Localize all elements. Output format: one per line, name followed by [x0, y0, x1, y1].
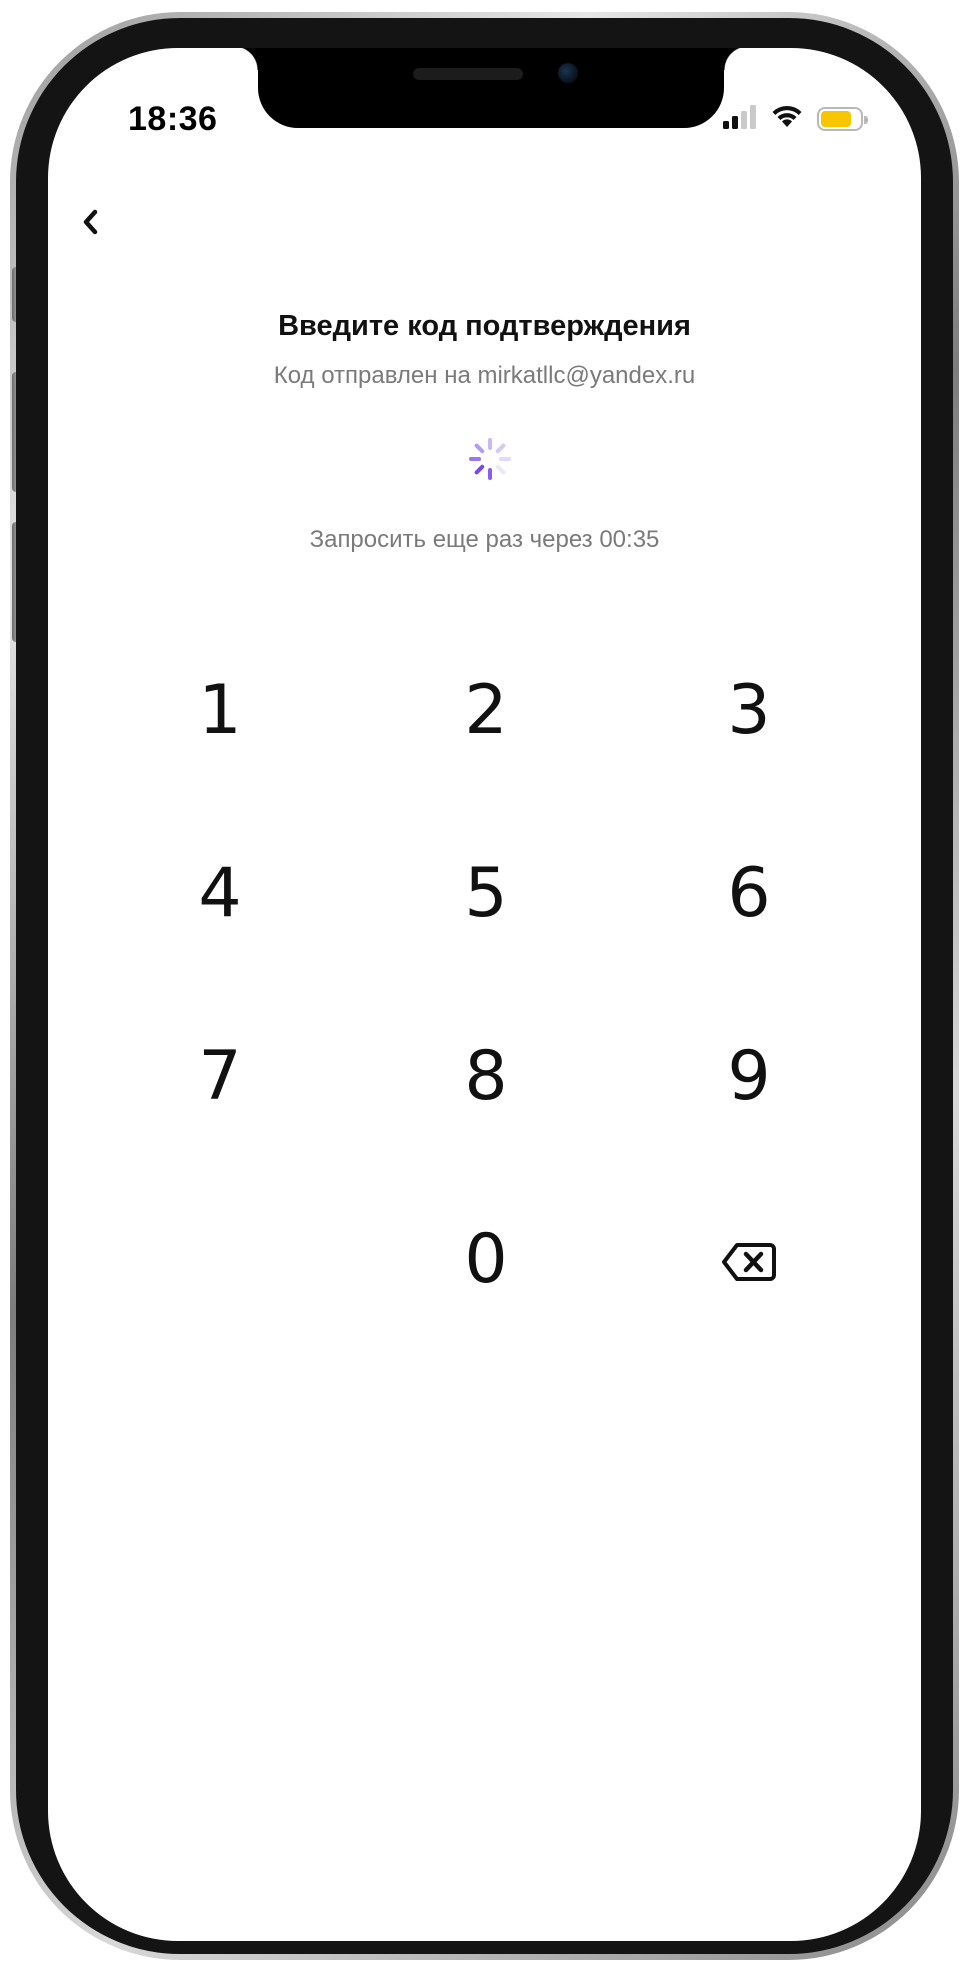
- key-6[interactable]: 6: [649, 833, 849, 953]
- backspace-icon: [721, 1220, 777, 1299]
- key-8[interactable]: 8: [386, 1016, 586, 1136]
- key-1[interactable]: 1: [120, 650, 320, 770]
- numeric-keypad: 1 2 3 4 5 6 7 8 9 0: [48, 48, 921, 1941]
- delete-key[interactable]: [649, 1199, 849, 1319]
- key-3[interactable]: 3: [649, 650, 849, 770]
- key-7[interactable]: 7: [120, 1016, 320, 1136]
- key-0[interactable]: 0: [386, 1199, 586, 1319]
- key-2[interactable]: 2: [386, 650, 586, 770]
- screen: 18:36 Введите код подтверждения Код отпр…: [48, 48, 921, 1941]
- key-4[interactable]: 4: [120, 833, 320, 953]
- key-5[interactable]: 5: [386, 833, 586, 953]
- key-9[interactable]: 9: [649, 1016, 849, 1136]
